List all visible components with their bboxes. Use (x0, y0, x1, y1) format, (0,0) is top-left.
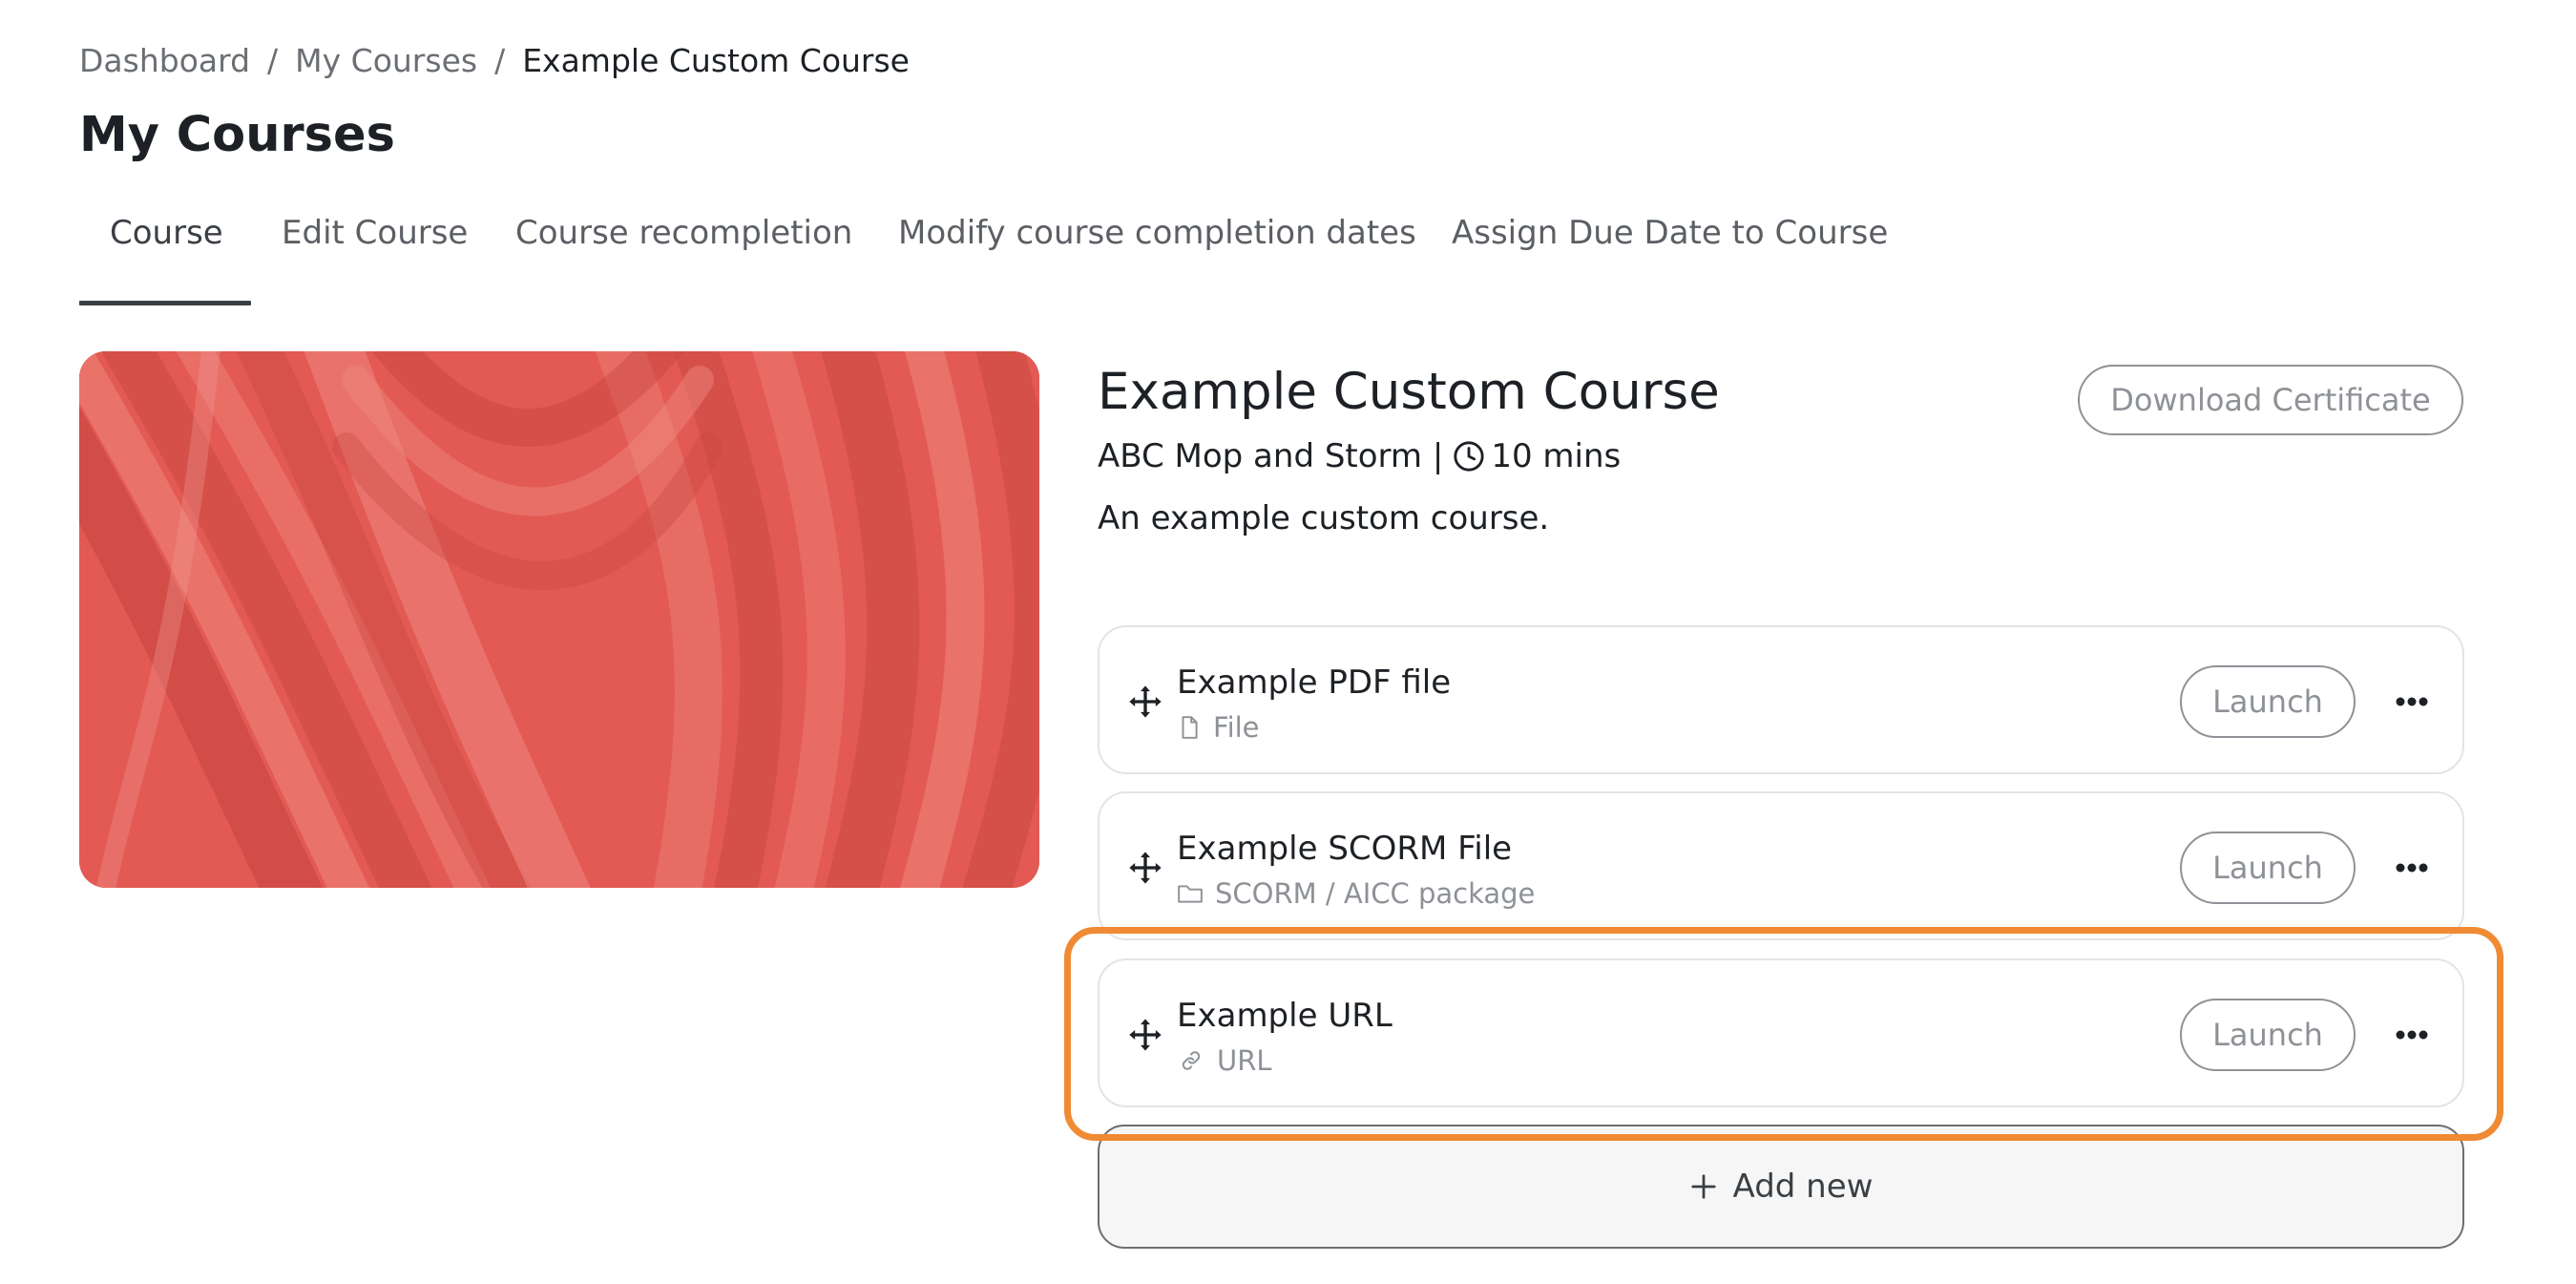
course-tabs: Course Edit Course Course recompletion M… (79, 214, 2484, 305)
course-meta: ABC Mop and Storm | 10 mins (1098, 437, 1621, 475)
launch-button[interactable]: Launch (2180, 999, 2356, 1071)
activity-type: File (1177, 711, 1260, 744)
more-options-icon[interactable] (2388, 1016, 2436, 1054)
clock-icon (1454, 441, 1484, 472)
add-new-button[interactable]: Add new (1098, 1125, 2464, 1249)
tab-assign-due-date[interactable]: Assign Due Date to Course (1452, 214, 1888, 252)
tab-course-recompletion[interactable]: Course recompletion (515, 214, 852, 252)
course-description: An example custom course. (1098, 499, 1550, 537)
course-image (79, 351, 1039, 888)
breadcrumb-dashboard[interactable]: Dashboard (79, 42, 250, 79)
breadcrumb: Dashboard / My Courses / Example Custom … (79, 42, 910, 79)
course-image-pattern (79, 351, 1039, 888)
plus-icon (1690, 1174, 1716, 1199)
activity-title[interactable]: Example URL (1177, 997, 1393, 1035)
file-icon (1182, 716, 1198, 739)
course-duration: 10 mins (1491, 437, 1622, 475)
activity-type-label: File (1213, 711, 1260, 744)
link-icon (1182, 1051, 1201, 1070)
active-tab-indicator (79, 301, 251, 305)
page-title: My Courses (79, 107, 395, 163)
breadcrumb-separator: / (267, 42, 279, 79)
activity-item: Example SCORM File SCORM / AICC package … (1098, 791, 2464, 940)
folder-icon (1178, 885, 1203, 903)
breadcrumb-separator: / (494, 42, 506, 79)
tab-course[interactable]: Course (110, 214, 223, 252)
move-handle-icon[interactable] (1126, 849, 1164, 887)
tab-edit-course[interactable]: Edit Course (282, 214, 468, 252)
activity-type-label: URL (1217, 1044, 1272, 1077)
activity-type: SCORM / AICC package (1177, 877, 1535, 910)
activity-title[interactable]: Example PDF file (1177, 663, 1451, 702)
activity-item: Example PDF file File Launch (1098, 625, 2464, 774)
course-provider: ABC Mop and Storm | (1098, 437, 1444, 475)
breadcrumb-my-courses[interactable]: My Courses (295, 42, 477, 79)
move-handle-icon[interactable] (1126, 1016, 1164, 1054)
activity-title[interactable]: Example SCORM File (1177, 830, 1512, 868)
launch-button[interactable]: Launch (2180, 831, 2356, 904)
course-title: Example Custom Course (1098, 363, 1720, 421)
download-certificate-button[interactable]: Download Certificate (2078, 365, 2463, 435)
more-options-icon[interactable] (2388, 849, 2436, 887)
tab-modify-completion-dates[interactable]: Modify course completion dates (898, 214, 1416, 252)
activity-item: Example URL URL Launch (1098, 958, 2464, 1107)
more-options-icon[interactable] (2388, 683, 2436, 721)
activity-type: URL (1177, 1044, 1272, 1077)
add-new-label: Add new (1732, 1168, 1874, 1206)
activity-type-label: SCORM / AICC package (1215, 877, 1536, 910)
move-handle-icon[interactable] (1126, 683, 1164, 721)
breadcrumb-current: Example Custom Course (522, 42, 910, 79)
launch-button[interactable]: Launch (2180, 665, 2356, 738)
